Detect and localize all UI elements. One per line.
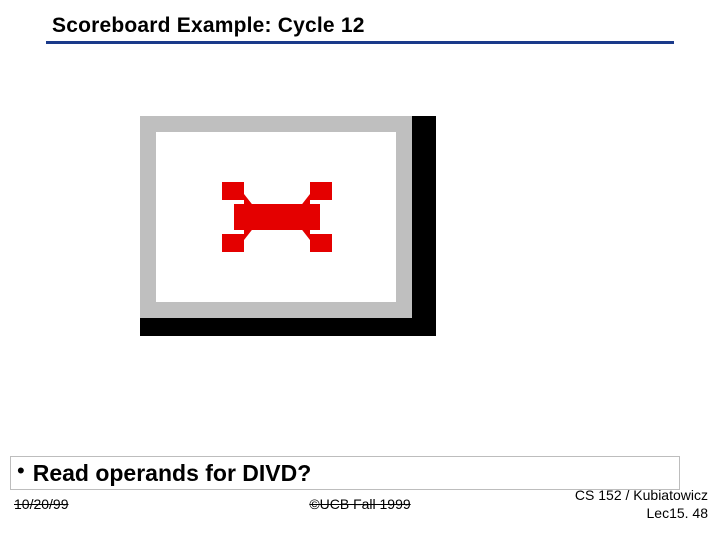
shadow-right <box>412 116 436 336</box>
bullet-marker: • <box>17 460 25 482</box>
footer-right: CS 152 / Kubiatowicz Lec15. 48 <box>575 487 708 522</box>
image-panel <box>140 116 412 318</box>
broken-image-icon <box>222 182 332 252</box>
broken-image-placeholder <box>140 116 436 336</box>
shadow-bottom <box>140 318 436 336</box>
bullet-row: • Read operands for DIVD? <box>10 456 680 490</box>
slide: Scoreboard Example: Cycle 12 <box>0 0 720 540</box>
image-inner <box>156 132 396 302</box>
footer-lecture: Lec15. 48 <box>575 505 708 523</box>
slide-title: Scoreboard Example: Cycle 12 <box>46 14 674 38</box>
bullet-text: Read operands for DIVD? <box>33 460 312 487</box>
footer-course: CS 152 / Kubiatowicz <box>575 487 708 505</box>
title-bar: Scoreboard Example: Cycle 12 <box>46 14 674 44</box>
